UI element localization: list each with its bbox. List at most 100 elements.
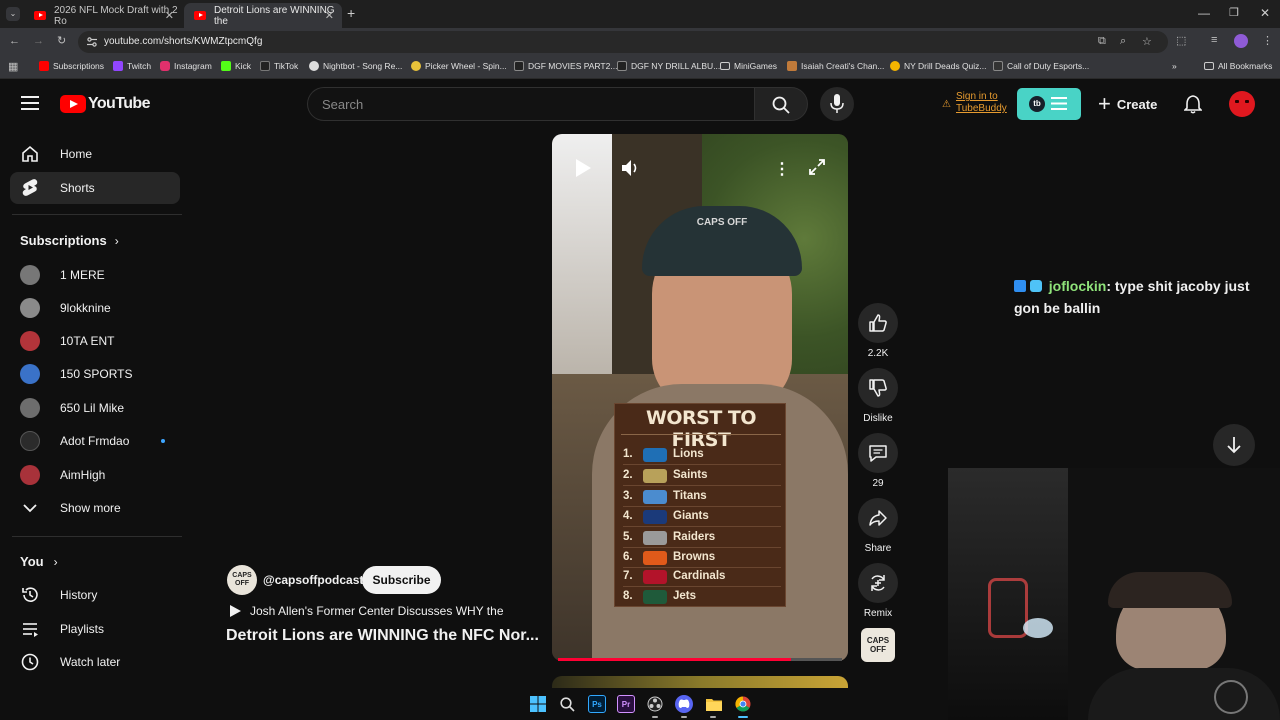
- close-window-button[interactable]: ✕: [1260, 6, 1270, 20]
- install-app-icon[interactable]: ⧉: [1098, 35, 1106, 48]
- subscription-item[interactable]: 150 SPORTS: [10, 358, 180, 390]
- youtube-favicon-icon: [194, 11, 206, 20]
- tab-close-icon[interactable]: ✕: [325, 9, 334, 22]
- remix-button[interactable]: [858, 563, 898, 603]
- subscription-item[interactable]: 1 MERE: [10, 259, 180, 291]
- subscription-item[interactable]: 9lokknine: [10, 292, 180, 324]
- sidebar-item-history[interactable]: History: [10, 579, 180, 611]
- channel-avatar: [20, 431, 40, 451]
- taskbar-search-icon[interactable]: [558, 695, 576, 713]
- you-header[interactable]: You ›: [20, 554, 58, 569]
- comments-button[interactable]: [858, 433, 898, 473]
- back-icon[interactable]: ←: [9, 35, 20, 47]
- bookmark-ny-drill-quiz[interactable]: NY Drill Deads Quiz...: [890, 61, 987, 71]
- youtube-logo[interactable]: YouTube: [60, 95, 150, 113]
- subscription-item[interactable]: 10TA ENT: [10, 325, 180, 357]
- subscription-item[interactable]: 650 Lil Mike: [10, 392, 180, 424]
- reload-icon[interactable]: ↻: [57, 34, 66, 47]
- search-button[interactable]: [754, 87, 808, 121]
- next-short-preview[interactable]: [552, 676, 848, 688]
- subscription-item[interactable]: AimHigh: [10, 459, 180, 491]
- bookmark-star-icon[interactable]: ☆: [1142, 35, 1152, 48]
- volume-icon[interactable]: [620, 158, 640, 183]
- tab-close-icon[interactable]: ✕: [165, 9, 174, 22]
- sidebar-item-playlists[interactable]: Playlists: [10, 613, 180, 645]
- short-title[interactable]: Detroit Lions are WINNING the NFC Nor...: [226, 627, 539, 645]
- chrome-menu-icon[interactable]: ⋮: [1262, 34, 1273, 47]
- photoshop-icon[interactable]: Ps: [588, 695, 606, 713]
- file-explorer-icon[interactable]: [705, 695, 723, 713]
- like-button[interactable]: [858, 303, 898, 343]
- bookmark-picker-wheel[interactable]: Picker Wheel - Spin...: [411, 61, 507, 71]
- bookmark-favicon-icon: [309, 61, 319, 71]
- channel-avatar[interactable]: CAPS OFF: [227, 565, 257, 595]
- subscribe-button[interactable]: Subscribe: [362, 566, 441, 594]
- minimize-button[interactable]: —: [1198, 6, 1210, 20]
- bookmark-dgf-ny-drill[interactable]: DGF NY DRILL ALBU...: [617, 61, 720, 71]
- tubebuddy-sign-in-link[interactable]: Sign in to TubeBuddy: [956, 91, 1016, 115]
- apps-grid-icon[interactable]: ▦: [8, 60, 18, 73]
- new-tab-button[interactable]: +: [347, 5, 355, 21]
- search-input[interactable]: Search: [307, 87, 755, 121]
- tubebuddy-button[interactable]: tb: [1017, 88, 1081, 120]
- bookmark-dgf-movies[interactable]: DGF MOVIES PART2...: [514, 61, 617, 71]
- browser-tab-detroit-lions[interactable]: Detroit Lions are WINNING the ✕: [184, 3, 342, 28]
- address-bar[interactable]: youtube.com/shorts/KWMZtpcmQfg ⧉ ⌕ ☆: [78, 31, 1168, 53]
- channel-avatar: [20, 331, 40, 351]
- bookmark-subscriptions[interactable]: Subscriptions: [39, 61, 104, 71]
- short-subtitle[interactable]: Josh Allen's Former Center Discusses WHY…: [250, 604, 504, 618]
- bookmark-folder-minigames[interactable]: MiniGames: [720, 61, 777, 71]
- bookmark-twitch[interactable]: Twitch: [113, 61, 151, 71]
- dislike-button[interactable]: [858, 368, 898, 408]
- bookmark-cod-esports[interactable]: Call of Duty Esports...: [993, 61, 1089, 71]
- browser-tab-mock-draft[interactable]: 2026 NFL Mock Draft with 2 Ro ✕: [24, 3, 182, 28]
- video-progress-bar[interactable]: [558, 658, 842, 661]
- create-button[interactable]: + Create: [1092, 87, 1166, 121]
- bookmark-kick[interactable]: Kick: [221, 61, 251, 71]
- bookmark-nightbot[interactable]: Nightbot - Song Re...: [309, 61, 402, 71]
- voice-search-button[interactable]: [820, 87, 854, 121]
- fullscreen-icon[interactable]: [808, 158, 826, 181]
- bookmark-tiktok[interactable]: TikTok: [260, 61, 298, 71]
- premiere-icon[interactable]: Pr: [617, 695, 635, 713]
- media-controls-icon[interactable]: ≡: [1211, 34, 1217, 46]
- next-short-button[interactable]: [1213, 424, 1255, 466]
- site-info-icon[interactable]: [86, 36, 98, 48]
- notifications-bell-icon[interactable]: [1184, 95, 1202, 114]
- bookmark-isaiah[interactable]: Isaiah Creati's Chan...: [787, 61, 884, 71]
- subscriptions-header[interactable]: Subscriptions ›: [20, 233, 119, 248]
- play-icon[interactable]: [574, 158, 592, 183]
- browser-toolbar: ← → ↻ youtube.com/shorts/KWMZtpcmQfg ⧉ ⌕…: [0, 28, 1280, 55]
- restore-button[interactable]: ❐: [1229, 6, 1239, 19]
- rank-team: Raiders: [673, 531, 716, 543]
- bookmarks-bar: ▦ Subscriptions Twitch Instagram Kick Ti…: [0, 55, 1280, 79]
- windows-start-icon[interactable]: [529, 695, 547, 713]
- extensions-icon[interactable]: ⬚: [1176, 34, 1186, 47]
- sidebar-item-home[interactable]: Home: [10, 138, 180, 170]
- sidebar-item-label: Home: [60, 147, 93, 161]
- all-bookmarks[interactable]: All Bookmarks: [1204, 61, 1272, 71]
- profile-avatar[interactable]: [1234, 34, 1248, 48]
- hamburger-menu-icon[interactable]: [21, 96, 39, 115]
- shorts-icon: [22, 179, 38, 196]
- sidebar-item-shorts[interactable]: Shorts: [10, 172, 180, 204]
- show-more-button[interactable]: Show more: [10, 492, 180, 524]
- sidebar-item-label: History: [60, 588, 98, 602]
- forward-icon[interactable]: →: [33, 35, 44, 47]
- bookmark-instagram[interactable]: Instagram: [160, 61, 212, 71]
- obs-icon[interactable]: [646, 695, 664, 713]
- share-button[interactable]: [858, 498, 898, 538]
- youtube-favicon-icon: [34, 11, 46, 20]
- tab-search-button[interactable]: ⌄: [6, 7, 20, 21]
- bookmark-favicon-icon: [993, 61, 1003, 71]
- subscription-item[interactable]: Adot Frmdao: [10, 425, 180, 457]
- sound-source-thumbnail[interactable]: CAPS OFF: [861, 628, 895, 662]
- sidebar-item-watch-later[interactable]: Watch later: [10, 646, 180, 678]
- more-bookmarks-icon[interactable]: »: [1172, 61, 1177, 71]
- more-options-icon[interactable]: ⋮: [774, 159, 790, 179]
- chrome-icon[interactable]: [734, 695, 752, 713]
- account-avatar[interactable]: [1229, 91, 1255, 117]
- zoom-icon[interactable]: ⌕: [1120, 35, 1126, 48]
- channel-handle[interactable]: @capsoffpodcast: [263, 573, 363, 587]
- discord-icon[interactable]: [675, 695, 693, 713]
